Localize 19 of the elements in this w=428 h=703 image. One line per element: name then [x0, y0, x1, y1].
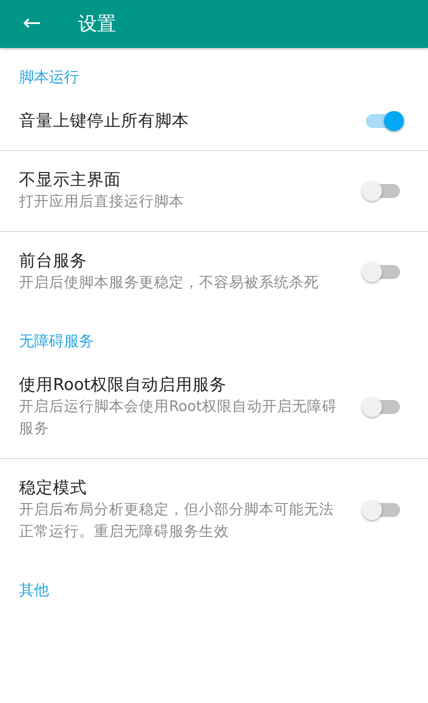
- screen-title: 设置: [78, 12, 116, 37]
- back-button[interactable]: ←: [12, 4, 52, 44]
- setting-title: 音量上键停止所有脚本: [19, 110, 190, 132]
- section-header: 无障碍服务: [18, 331, 95, 352]
- setting-title: 前台服务: [19, 250, 88, 272]
- setting-row[interactable]: 音量上键停止所有脚本: [0, 92, 428, 150]
- section-header: 脚本运行: [18, 67, 80, 88]
- setting-title: 不显示主界面: [19, 169, 122, 191]
- setting-row[interactable]: 使用Root权限自动启用服务 开启后运行脚本会使用Root权限自动开启无障碍服务: [0, 356, 428, 458]
- setting-summary: 打开应用后直接运行脚本: [19, 192, 185, 212]
- section-header: 其他: [18, 580, 50, 601]
- setting-row[interactable]: 不显示主界面 打开应用后直接运行脚本: [0, 151, 428, 231]
- setting-title: 使用Root权限自动启用服务: [19, 374, 228, 396]
- setting-summary: 开启后运行脚本会使用Root权限自动开启无障碍服务: [19, 398, 338, 439]
- setting-title: 稳定模式: [19, 477, 88, 499]
- setting-row[interactable]: 稳定模式 开启后布局分析更稳定，但小部分脚本可能无法正常运行。重启无障碍服务生效: [0, 459, 428, 561]
- setting-row[interactable]: 前台服务 开启后使脚本服务更稳定，不容易被系统杀死: [0, 232, 428, 312]
- setting-summary: 开启后使脚本服务更稳定，不容易被系统杀死: [19, 274, 320, 293]
- setting-summary: 开启后布局分析更稳定，但小部分脚本可能无法正常运行。重启无障碍服务生效: [19, 500, 335, 542]
